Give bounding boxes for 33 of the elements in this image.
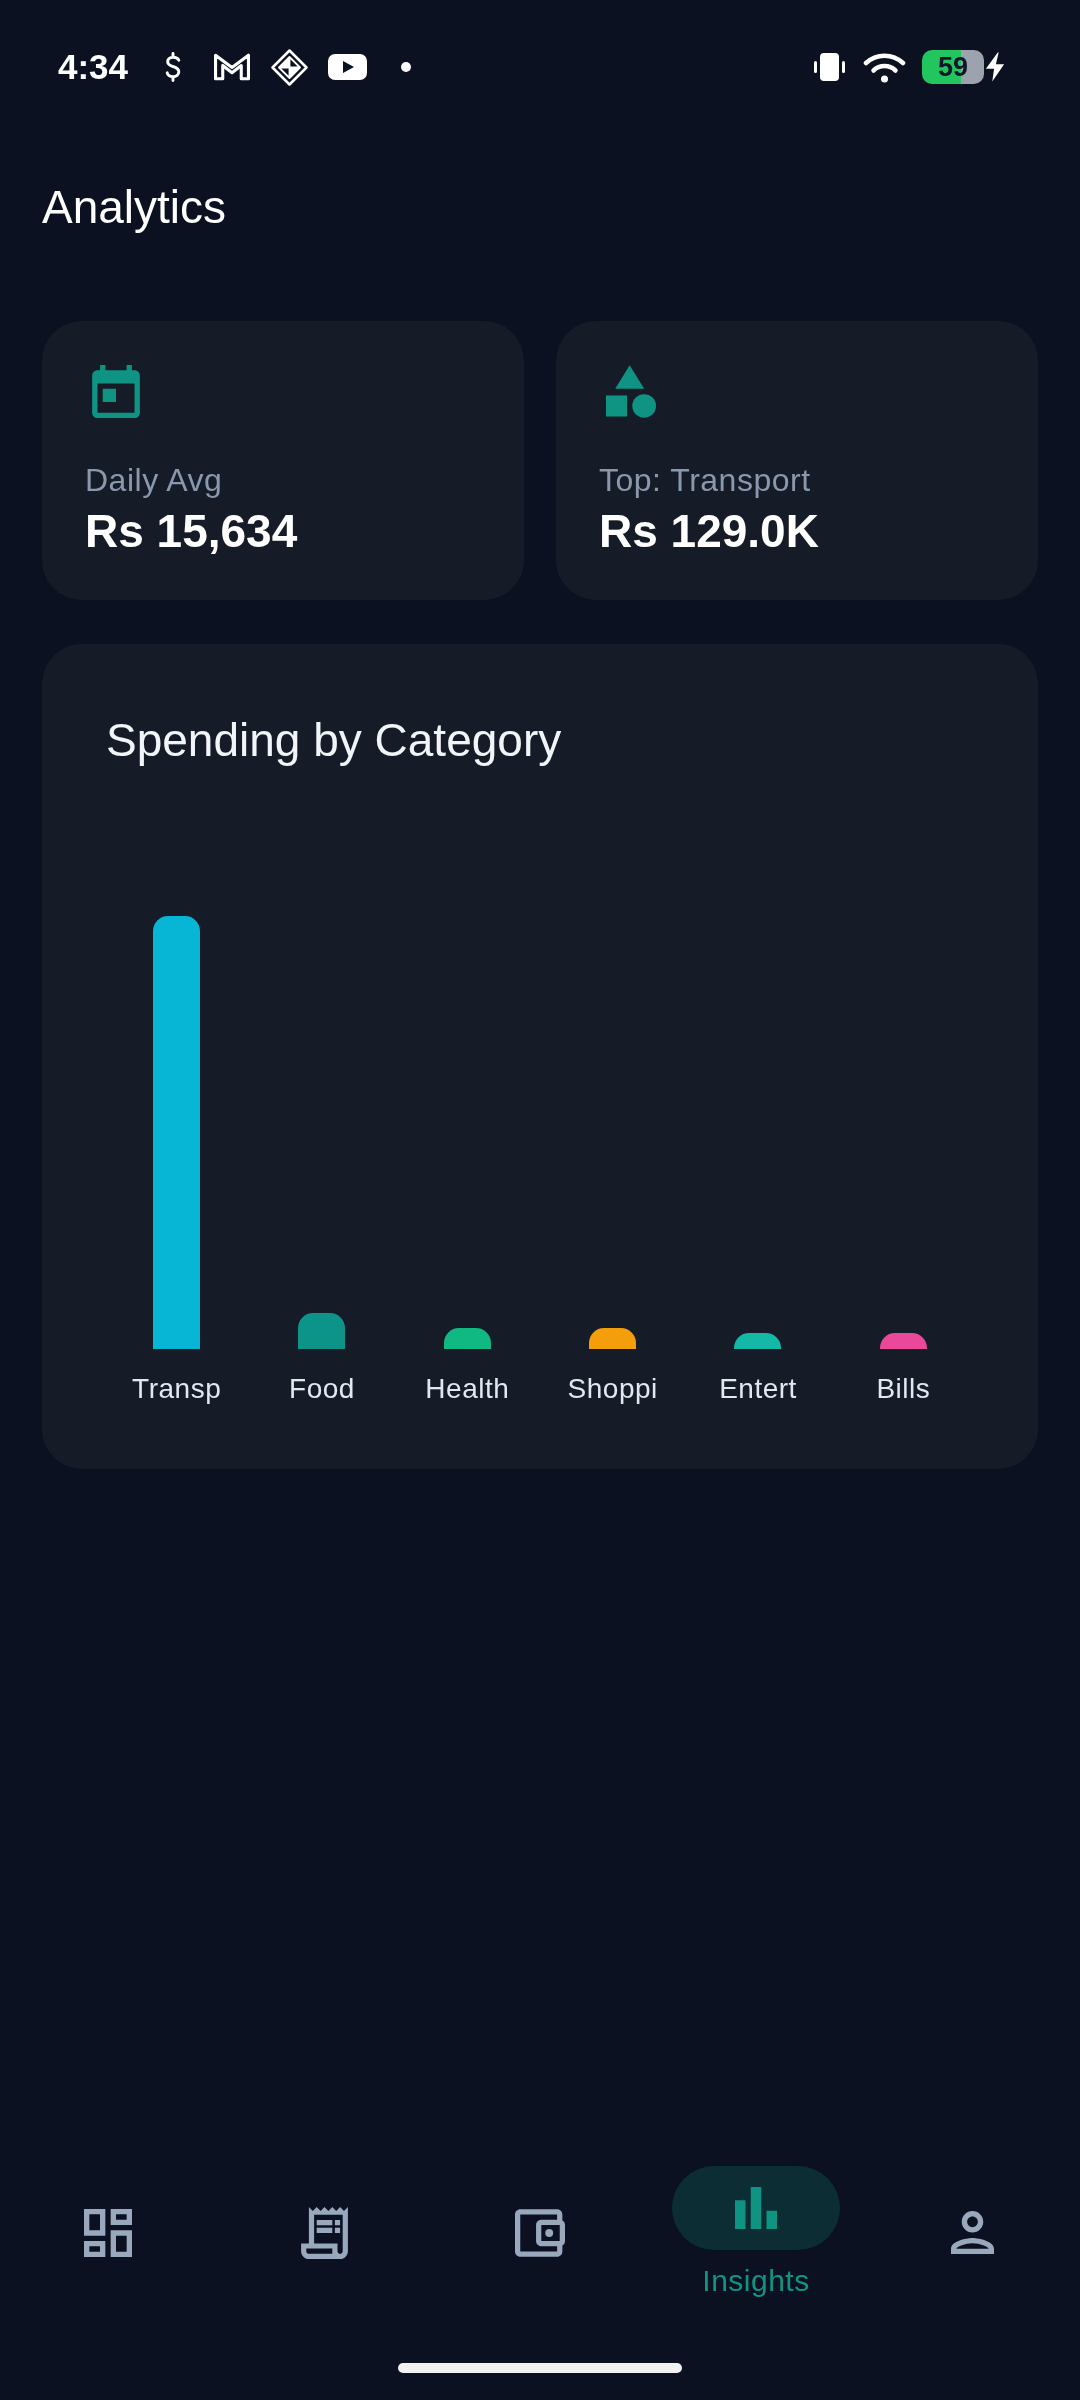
page-title: Analytics bbox=[42, 180, 227, 235]
m-logo-icon bbox=[214, 53, 251, 81]
calendar-icon bbox=[92, 365, 140, 418]
bolt-icon bbox=[985, 52, 1005, 82]
nav-tab[interactable]: Insights bbox=[672, 2166, 840, 2299]
category-label: Health bbox=[425, 1372, 510, 1406]
chart-title: Spending by Category bbox=[106, 713, 562, 768]
nav-tab[interactable] bbox=[300, 2206, 348, 2259]
nav-tab[interactable] bbox=[84, 2208, 132, 2257]
wallet-icon bbox=[515, 2208, 565, 2257]
dollar-icon bbox=[164, 52, 183, 82]
card-label: Daily Avg bbox=[85, 461, 223, 500]
person-icon bbox=[950, 2211, 994, 2254]
nav-tab[interactable] bbox=[515, 2208, 565, 2257]
category-label: Transp bbox=[132, 1372, 222, 1406]
bar-chart-icon bbox=[735, 2187, 777, 2229]
receipt-icon bbox=[300, 2206, 348, 2259]
play-icon bbox=[328, 54, 368, 80]
card-label: Top: Transport bbox=[599, 461, 811, 500]
diamond-icon bbox=[271, 48, 309, 86]
card-value: Rs 15,634 bbox=[85, 504, 298, 559]
nav-tab[interactable] bbox=[950, 2211, 994, 2254]
card-value: Rs 129.0K bbox=[599, 504, 819, 559]
status-time: 4:34 bbox=[58, 47, 129, 87]
vibrate-icon bbox=[814, 53, 845, 81]
category-label: Food bbox=[289, 1372, 355, 1406]
category-label: Shoppi bbox=[567, 1372, 658, 1406]
category-label: Bills bbox=[876, 1372, 931, 1406]
category-label: Entert bbox=[719, 1372, 797, 1406]
dot-icon bbox=[401, 62, 412, 72]
wifi-icon bbox=[863, 51, 906, 83]
shapes-icon bbox=[606, 365, 656, 418]
dashboard-icon bbox=[84, 2208, 132, 2257]
